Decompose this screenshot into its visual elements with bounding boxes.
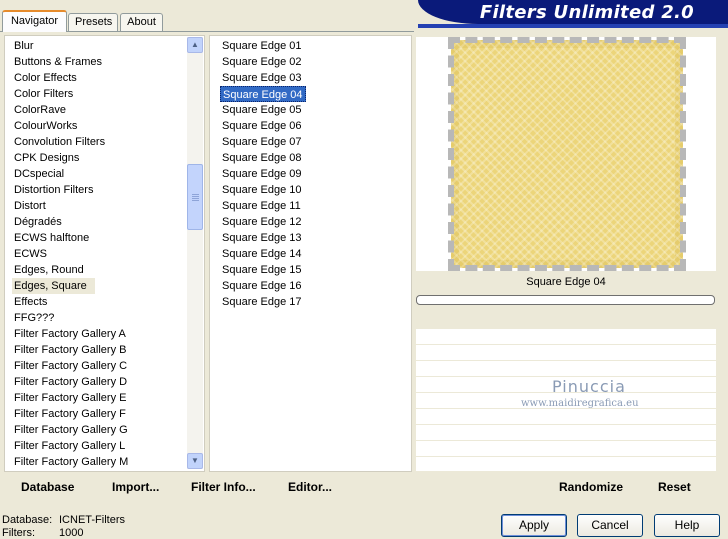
grip-line <box>192 196 199 197</box>
param-row <box>416 345 716 361</box>
filter-item[interactable]: Square Edge 12 <box>220 214 304 230</box>
filter-item[interactable]: Square Edge 06 <box>220 118 304 134</box>
filter-info-link[interactable]: Filter Info... <box>191 479 256 495</box>
filter-item[interactable]: Square Edge 01 <box>220 38 304 54</box>
category-item[interactable]: Effects <box>12 294 49 310</box>
category-item[interactable]: Filter Factory Gallery M <box>12 454 130 470</box>
watermark-name: Pinuccia <box>552 377 626 396</box>
randomize-link[interactable]: Randomize <box>559 479 623 495</box>
preview-filter-name: Square Edge 04 <box>416 272 716 292</box>
tab-presets[interactable]: Presets <box>68 13 118 31</box>
banner-stripe <box>418 24 728 28</box>
filter-item[interactable]: Square Edge 07 <box>220 134 304 150</box>
category-item[interactable]: Filter Factory Gallery A <box>12 326 128 342</box>
tab-navigator[interactable]: Navigator <box>2 10 67 32</box>
filter-item[interactable]: Square Edge 02 <box>220 54 304 70</box>
filter-item[interactable]: Square Edge 03 <box>220 70 304 86</box>
category-item[interactable]: Filter Factory Gallery G <box>12 422 130 438</box>
param-header <box>416 310 716 328</box>
database-value: ICNET-Filters <box>59 514 125 526</box>
category-item[interactable]: Filter Factory Gallery B <box>12 342 128 358</box>
filter-item[interactable]: Square Edge 10 <box>220 182 304 198</box>
category-scrollbar[interactable]: ▲ ▼ <box>187 37 203 469</box>
filter-item[interactable]: Square Edge 13 <box>220 230 304 246</box>
param-row <box>416 441 716 457</box>
filter-item[interactable]: Square Edge 17 <box>220 294 304 310</box>
category-item[interactable]: Filter Factory Gallery E <box>12 390 128 406</box>
category-item[interactable]: Color Filters <box>12 86 75 102</box>
category-item[interactable]: Buttons & Frames <box>12 54 104 70</box>
editor-link[interactable]: Editor... <box>288 479 332 495</box>
param-row <box>416 361 716 377</box>
category-item[interactable]: ColorRave <box>12 102 68 118</box>
filters-label: Filters: <box>2 527 35 539</box>
param-row <box>416 409 716 425</box>
param-row <box>416 329 716 345</box>
filter-item[interactable]: Square Edge 11 <box>220 198 303 214</box>
database-label: Database: <box>2 514 53 526</box>
filter-item[interactable]: Square Edge 15 <box>220 262 304 278</box>
category-item[interactable]: Dégradés <box>12 214 64 230</box>
filter-item[interactable]: Square Edge 14 <box>220 246 304 262</box>
watermark-url: www.maidiregrafica.eu <box>521 398 639 409</box>
filter-item[interactable]: Square Edge 09 <box>220 166 304 182</box>
scroll-thumb[interactable] <box>187 164 203 230</box>
app-title: Filters Unlimited 2.0 <box>479 2 694 23</box>
preview-image <box>459 48 675 260</box>
scroll-up-button[interactable]: ▲ <box>187 37 203 53</box>
import-link[interactable]: Import... <box>112 479 159 495</box>
reset-link[interactable]: Reset <box>658 479 691 495</box>
category-item[interactable]: CPK Designs <box>12 150 81 166</box>
category-item[interactable]: Distortion Filters <box>12 182 95 198</box>
grip-line <box>192 200 199 201</box>
cancel-button[interactable]: Cancel <box>577 514 643 537</box>
category-item[interactable]: Distort <box>12 198 48 214</box>
category-item[interactable]: DCspecial <box>12 166 66 182</box>
category-item[interactable]: Filter Factory Gallery C <box>12 358 129 374</box>
category-item[interactable]: Convolution Filters <box>12 134 107 150</box>
category-item[interactable]: ColourWorks <box>12 118 79 134</box>
category-item[interactable]: Edges, Round <box>12 262 86 278</box>
grip-line <box>192 198 199 199</box>
category-item[interactable]: Blur <box>12 38 36 54</box>
category-item[interactable]: Filter Factory Gallery F <box>12 406 128 422</box>
help-button[interactable]: Help <box>654 514 720 537</box>
apply-button[interactable]: Apply <box>501 514 567 537</box>
param-row <box>416 425 716 441</box>
filter-item[interactable]: Square Edge 05 <box>220 102 304 118</box>
category-item[interactable]: FFG??? <box>12 310 56 326</box>
filter-item[interactable]: Square Edge 16 <box>220 278 304 294</box>
param-row <box>416 457 716 472</box>
category-item[interactable]: ECWS <box>12 246 49 262</box>
progress-bar <box>416 295 715 305</box>
category-item[interactable]: Color Effects <box>12 70 79 86</box>
filters-value: 1000 <box>59 527 84 539</box>
filter-item[interactable]: Square Edge 04 <box>220 86 306 102</box>
category-item[interactable]: Filter Factory Gallery L <box>12 438 127 454</box>
scroll-down-button[interactable]: ▼ <box>187 453 203 469</box>
grip-line <box>192 194 199 195</box>
filter-item[interactable]: Square Edge 08 <box>220 150 304 166</box>
tab-about[interactable]: About <box>120 13 163 31</box>
database-link[interactable]: Database <box>21 479 74 495</box>
app-banner: Filters Unlimited 2.0 <box>418 0 728 24</box>
category-item[interactable]: Filter Factory Gallery D <box>12 374 129 390</box>
category-item[interactable]: ECWS halftone <box>12 230 91 246</box>
category-item[interactable]: Edges, Square <box>12 278 95 294</box>
